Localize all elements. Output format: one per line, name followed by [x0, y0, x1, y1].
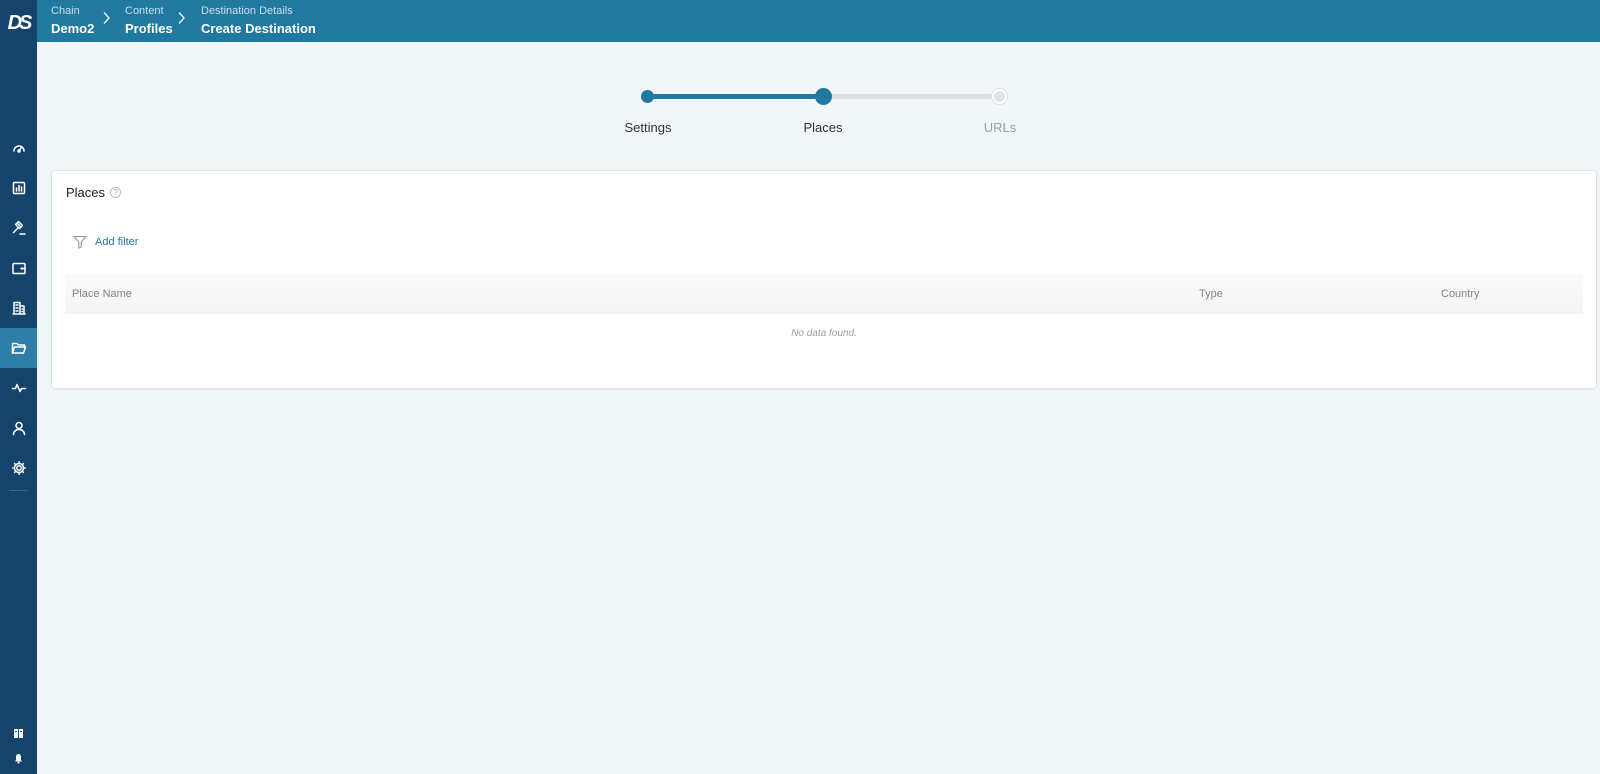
column-header-type[interactable]: Type [1199, 274, 1223, 314]
nav-docs[interactable] [0, 722, 37, 744]
wizard-stepper: Settings Places URLs [590, 84, 1030, 140]
bell-icon [15, 753, 22, 764]
folder-icon [11, 342, 26, 354]
page-title: Create Destination [201, 21, 316, 36]
breadcrumb-label: Content [125, 5, 164, 17]
places-title-text: Places [66, 185, 106, 200]
filter-icon [73, 235, 87, 249]
nav-notifications[interactable] [0, 747, 37, 769]
report-chart-icon [12, 181, 25, 195]
column-header-country[interactable]: Country [1441, 274, 1480, 314]
nav-rules[interactable] [0, 208, 37, 248]
activity-pulse-icon [11, 383, 26, 393]
empty-state-message: No data found. [791, 328, 857, 339]
building-icon [11, 301, 26, 315]
app-logo[interactable]: DS [3, 8, 34, 38]
step-label-urls[interactable]: URLs [940, 120, 1060, 135]
user-icon [12, 421, 25, 436]
breadcrumb-content[interactable]: Content Profiles [125, 0, 173, 42]
wallet-icon [11, 262, 26, 275]
breadcrumb-label: Destination Details [201, 5, 293, 17]
sidebar: DS [0, 0, 37, 774]
breadcrumb-destination: Destination Details Create Destination [201, 0, 316, 42]
places-title: Places ? [66, 185, 122, 200]
breadcrumb-label: Chain [51, 5, 80, 17]
top-header: Chain Demo2 Content Profiles Destination… [37, 0, 1600, 42]
book-icon [14, 728, 23, 738]
places-card: Places ? Add filter Place Name Type Coun… [51, 170, 1597, 389]
nav-users[interactable] [0, 408, 37, 448]
sidebar-divider [9, 490, 28, 491]
settings-gear-icon [11, 461, 26, 475]
nav-activity[interactable] [0, 368, 37, 408]
step-dot-urls[interactable] [992, 89, 1007, 104]
nav-settings[interactable] [0, 448, 37, 488]
nav-dashboard[interactable] [0, 128, 37, 168]
nav-content[interactable] [0, 328, 37, 368]
add-filter-button[interactable]: Add filter [73, 235, 138, 249]
breadcrumb-value: Demo2 [51, 21, 95, 36]
column-header-place-name[interactable]: Place Name [72, 274, 132, 314]
nav-properties[interactable] [0, 288, 37, 328]
breadcrumb-value: Profiles [125, 21, 173, 36]
chevron-right-icon [176, 11, 186, 25]
step-label-settings[interactable]: Settings [588, 120, 708, 135]
nav-wallet[interactable] [0, 248, 37, 288]
help-icon[interactable]: ? [110, 187, 122, 198]
add-filter-label: Add filter [95, 236, 139, 248]
step-dot-places[interactable] [815, 88, 832, 105]
table-header: Place Name Type Country [65, 274, 1583, 314]
step-label-places[interactable]: Places [763, 120, 883, 135]
step-dot-settings[interactable] [641, 90, 654, 103]
stepper-progress [647, 94, 823, 99]
chevron-right-icon [101, 11, 111, 25]
nav-reports[interactable] [0, 168, 37, 208]
breadcrumb-chain[interactable]: Chain Demo2 [51, 0, 94, 42]
gavel-icon [12, 220, 26, 235]
dashboard-gauge-icon [12, 145, 25, 153]
